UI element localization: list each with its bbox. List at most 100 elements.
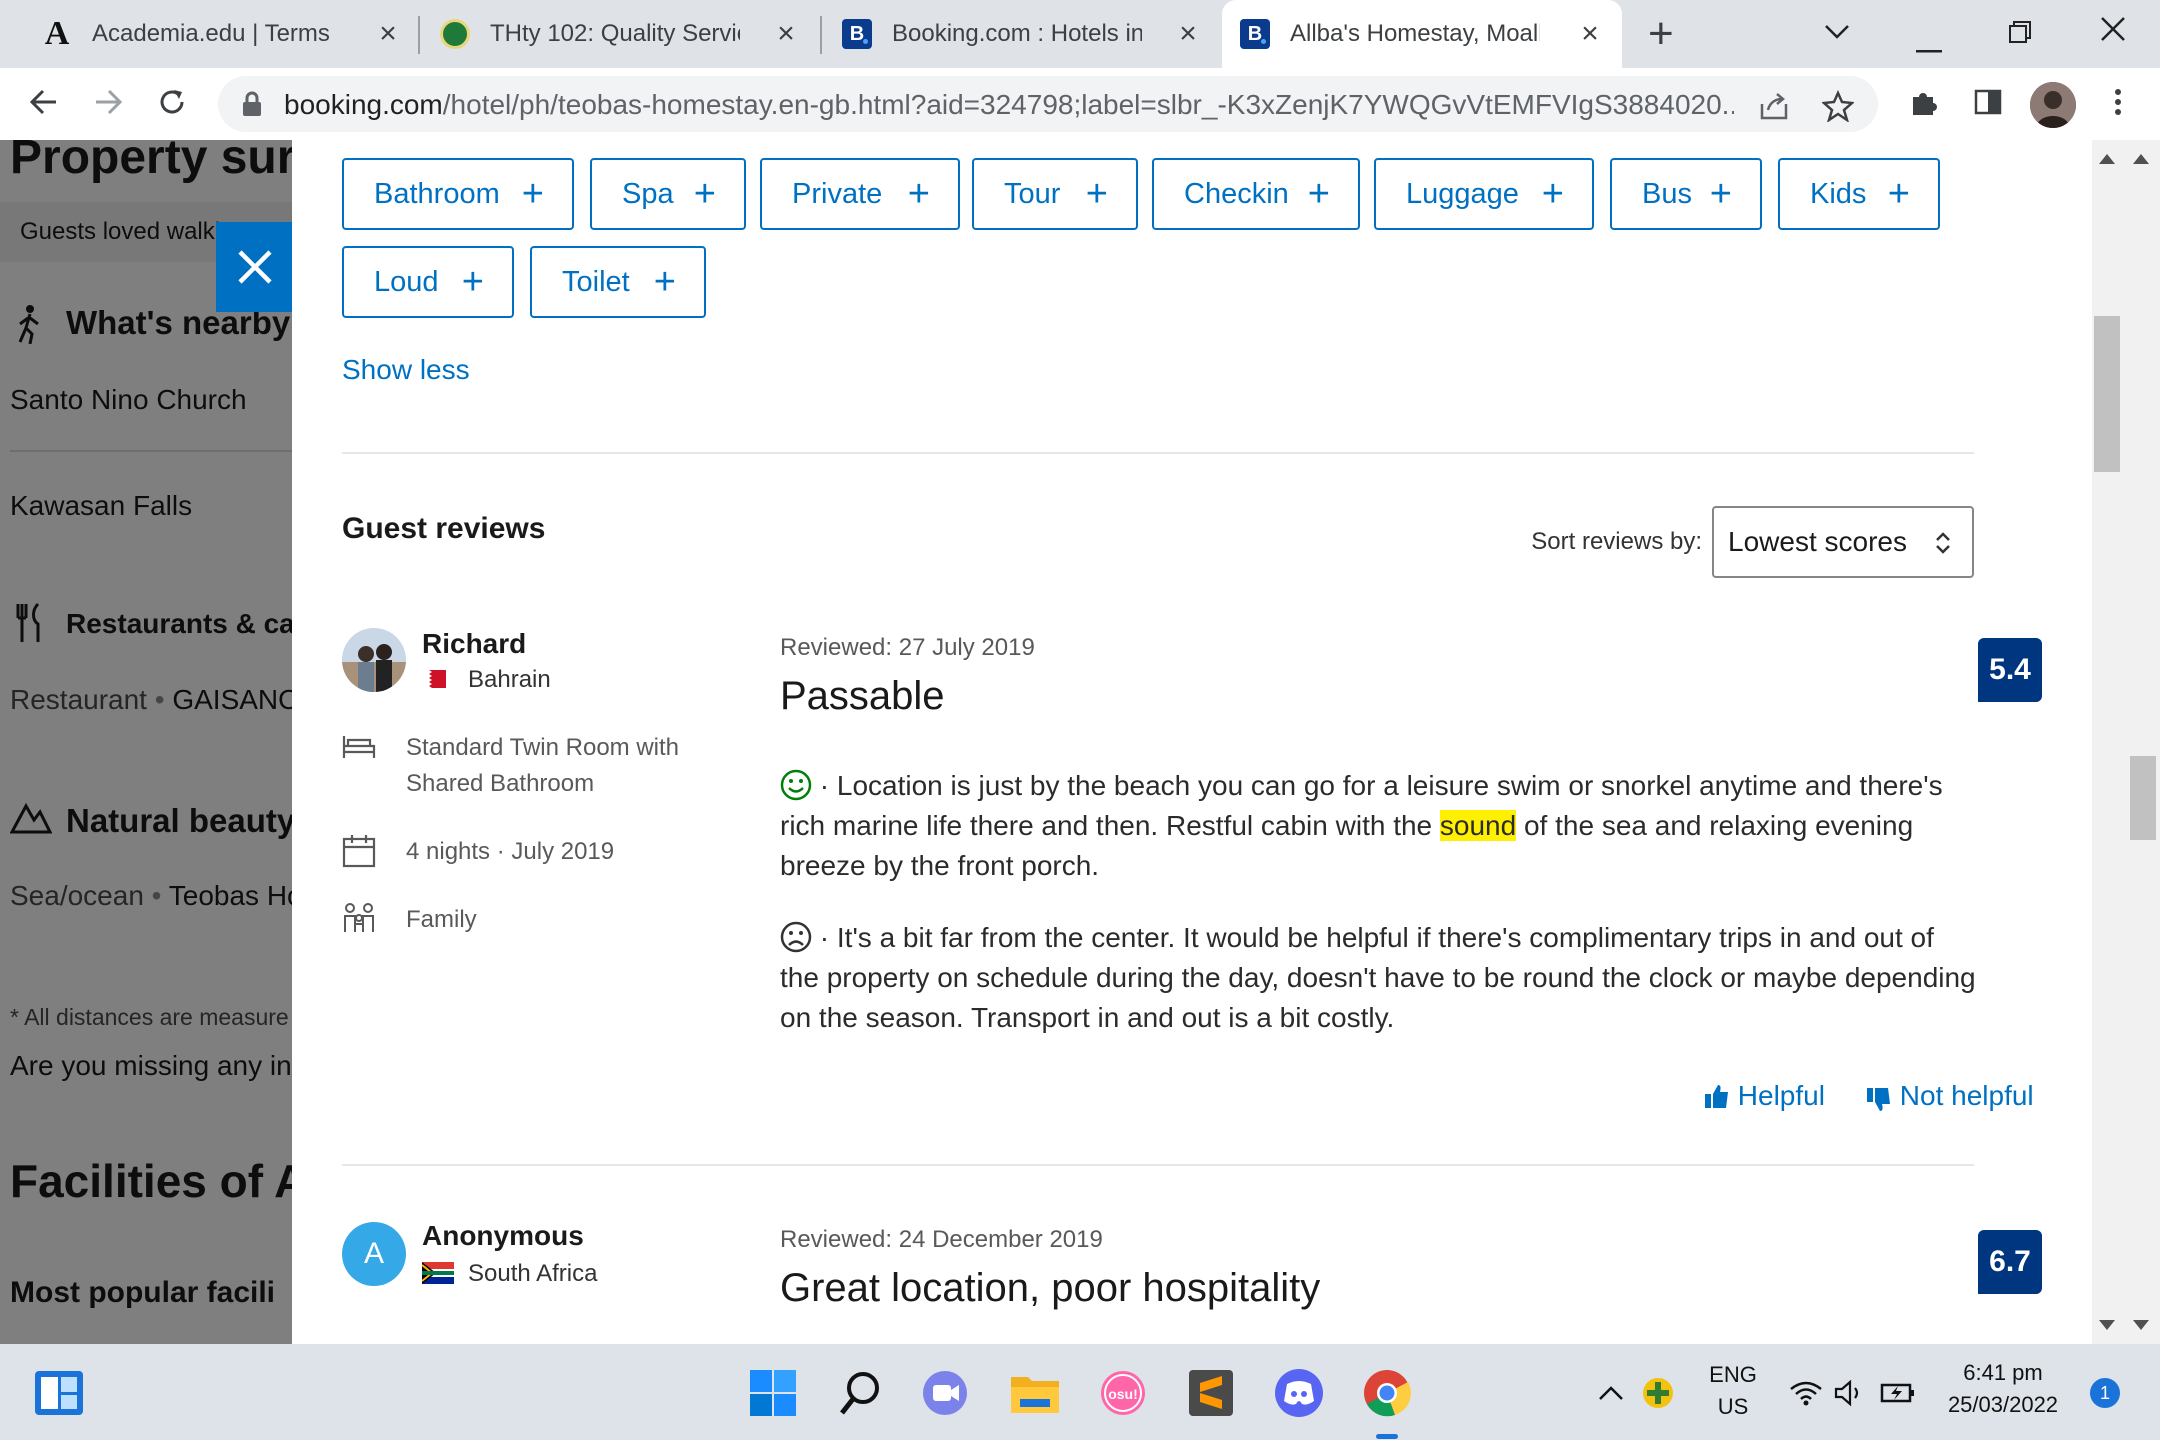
negative-text: · It's a bit far from the center. It wou… [780, 922, 1976, 1033]
review-date: Reviewed: 24 December 2019 [780, 1226, 1103, 1253]
chip-label: Spa [622, 177, 674, 210]
show-less-link[interactable]: Show less [342, 354, 470, 386]
panel-scrollbar[interactable] [2092, 140, 2122, 1344]
bookmark-star-icon[interactable] [1821, 89, 1855, 130]
reviewer-country: South Africa [468, 1260, 598, 1287]
close-tab-icon[interactable]: × [1174, 19, 1202, 49]
tab-academia[interactable]: A Academia.edu | Terms × [24, 0, 420, 68]
filter-chip-luggage[interactable]: Luggage + [1374, 158, 1594, 230]
stay-info: 4 nights · July 2019 [406, 838, 614, 866]
back-icon[interactable] [24, 86, 64, 126]
filter-chip-spa[interactable]: Spa + [590, 158, 746, 230]
reviewer-name: Anonymous [422, 1220, 584, 1251]
language-code: ENG [1709, 1362, 1757, 1387]
tab-strip: A Academia.edu | Terms × THty 102: Quali… [0, 0, 2160, 68]
chip-label: Bus [1642, 177, 1692, 210]
page-scrollbar-thumb[interactable] [2130, 756, 2156, 840]
room-type: Standard Twin Room with Shared Bathroom [406, 734, 680, 797]
lock-icon[interactable] [242, 91, 262, 117]
file-explorer-icon[interactable] [1008, 1366, 1062, 1420]
filter-chip-checkin[interactable]: Checkin + [1152, 158, 1360, 230]
bed-icon [342, 734, 376, 765]
filter-chip-bus[interactable]: Bus + [1610, 158, 1762, 230]
wifi-icon[interactable] [1786, 1366, 1826, 1420]
close-tab-icon[interactable]: × [374, 19, 402, 49]
show-hidden-icons-chevron-icon[interactable] [1594, 1366, 1628, 1420]
tab-allbas-homestay[interactable]: B Allba's Homestay, Moalbo × [1222, 0, 1622, 68]
tab-search-chevron-icon[interactable] [1824, 14, 1850, 48]
minimize-icon[interactable] [1916, 28, 1942, 62]
volume-icon[interactable] [1830, 1366, 1870, 1420]
scroll-up-arrow-icon[interactable] [2099, 154, 2115, 164]
scroll-down-arrow-icon[interactable] [2099, 1320, 2115, 1330]
close-tab-icon[interactable]: × [772, 19, 800, 49]
booking-icon: B [1240, 19, 1270, 49]
share-icon[interactable] [1758, 90, 1790, 130]
profile-avatar[interactable] [2030, 82, 2076, 128]
not-helpful-button[interactable]: Not helpful [1866, 1080, 2034, 1113]
filter-chip-bathroom[interactable]: Bathroom + [342, 158, 574, 230]
close-window-icon[interactable] [2100, 16, 2126, 50]
booking-icon: B [842, 19, 872, 49]
highlighted-keyword: sound [1439, 810, 1517, 841]
address-bar[interactable]: booking.com/hotel/ph/teobas-homestay.en-… [218, 76, 1878, 132]
plus-icon: + [1085, 173, 1108, 215]
new-tab-icon[interactable]: + [1648, 10, 1674, 58]
security-app-tray-icon[interactable] [1638, 1366, 1678, 1420]
chip-label: Kids [1810, 177, 1867, 210]
search-icon[interactable] [834, 1366, 888, 1420]
helpful-button[interactable]: Helpful [1704, 1080, 1825, 1112]
plus-icon: + [1541, 173, 1564, 215]
thumbs-up-icon [1705, 1085, 1728, 1108]
teams-chat-icon[interactable] [918, 1366, 972, 1420]
tab-title: Booking.com : Hotels in C [892, 20, 1142, 47]
language-indicator[interactable]: ENG US [1700, 1362, 1766, 1420]
plus-icon: + [907, 173, 930, 215]
tab-thty[interactable]: THty 102: Quality Service: × [422, 0, 818, 68]
active-app-indicator [1376, 1434, 1398, 1439]
close-tab-icon[interactable]: × [1576, 19, 1604, 49]
start-windows-icon[interactable] [746, 1366, 800, 1420]
extensions-icon[interactable] [1904, 86, 1944, 126]
discord-icon[interactable] [1272, 1366, 1326, 1420]
panel-scrollbar-thumb[interactable] [2094, 316, 2120, 472]
close-modal-button[interactable] [216, 222, 294, 312]
filter-chip-kids[interactable]: Kids + [1778, 158, 1940, 230]
guest-reviews-heading: Guest reviews [342, 512, 546, 545]
tab-booking-hotels[interactable]: B Booking.com : Hotels in C × [824, 0, 1220, 68]
smile-icon [780, 769, 812, 801]
tab-title: Allba's Homestay, Moalbo [1290, 20, 1540, 47]
sublime-text-icon[interactable] [1184, 1366, 1238, 1420]
review-score-badge: 5.4 [1978, 638, 2042, 702]
side-panel-icon[interactable] [1968, 86, 2008, 126]
url-text[interactable]: booking.com/hotel/ph/teobas-homestay.en-… [284, 89, 1734, 121]
clock-date: 25/03/2022 [1947, 1392, 2059, 1417]
filter-chip-loud[interactable]: Loud + [342, 246, 514, 318]
reviewer-avatar: A [342, 1222, 406, 1286]
filter-chip-private[interactable]: Private + [760, 158, 960, 230]
review-score-badge: 6.7 [1978, 1230, 2042, 1294]
clock[interactable]: 6:41 pm 25/03/2022 [1930, 1360, 2076, 1418]
tab-separator [418, 16, 420, 54]
chip-label: Luggage [1406, 177, 1519, 210]
forward-icon[interactable] [88, 86, 128, 126]
osu-icon[interactable]: osu! [1096, 1366, 1150, 1420]
page-scrollbar[interactable] [2122, 140, 2160, 1344]
keyboard-layout: US [1717, 1394, 1749, 1419]
reload-icon[interactable] [152, 86, 192, 126]
osu-label: osu! [1108, 1386, 1138, 1402]
restore-icon[interactable] [2008, 18, 2032, 52]
battery-charging-icon[interactable] [1878, 1366, 1918, 1420]
sort-value: Lowest scores [1728, 526, 1907, 557]
filter-chip-tour[interactable]: Tour + [972, 158, 1138, 230]
page-scroll-up-arrow-icon[interactable] [2133, 154, 2149, 164]
sort-reviews-select[interactable]: Lowest scores [1712, 506, 1974, 578]
widgets-icon[interactable] [32, 1366, 86, 1420]
filter-chip-toilet[interactable]: Toilet + [530, 246, 706, 318]
review-title: Great location, poor hospitality [780, 1266, 1321, 1310]
menu-kebab-icon[interactable] [2098, 86, 2138, 126]
plus-icon: + [521, 173, 544, 215]
notification-badge[interactable]: 1 [2090, 1378, 2120, 1408]
page-scroll-down-arrow-icon[interactable] [2133, 1320, 2149, 1330]
chrome-icon[interactable] [1360, 1366, 1414, 1420]
